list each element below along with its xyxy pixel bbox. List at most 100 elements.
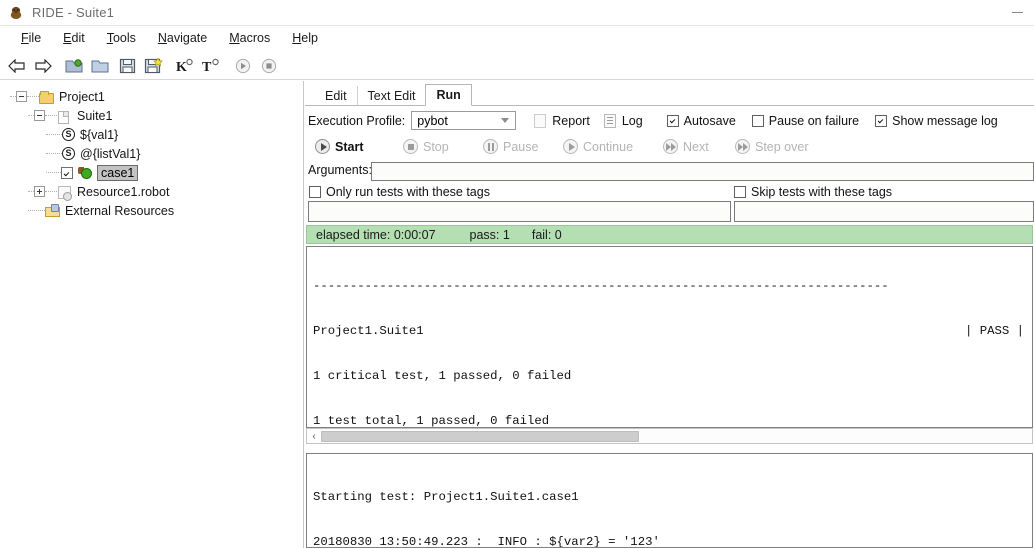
tree-node-label: @{listVal1} [80,146,141,161]
title-bar: RIDE - Suite1 [0,0,1034,26]
execution-profile-row: Execution Profile: pybot Report Log Auto… [308,111,998,130]
tab-label: Text Edit [367,89,416,103]
run-status-bar: elapsed time: 0:00:07 pass: 1 fail: 0 [306,225,1033,244]
skip-tags-label[interactable]: Skip tests with these tags [751,185,892,199]
expander-collapse-icon[interactable] [34,110,45,121]
tab-edit[interactable]: Edit [315,86,357,106]
tree-node-resource1[interactable]: Resource1.robot [0,182,303,201]
message-log-line: Starting test: Project1.Suite1.case1 [307,490,1032,505]
menu-item-edit[interactable]: Edit [52,29,96,47]
step-over-label: Step over [755,139,809,154]
autosave-label[interactable]: Autosave [684,114,736,128]
skip-tags-checkbox[interactable] [734,186,746,198]
report-button[interactable]: Report [552,114,590,128]
tree-node-suite1[interactable]: Suite1 [0,106,303,125]
scroll-left-glyph: ‹ [312,430,316,442]
step-over-button[interactable]: Step over [735,139,809,154]
run-icon[interactable] [231,54,255,78]
tree-node-label: Resource1.robot [77,184,170,199]
menu-item-tools[interactable]: Tools [96,29,147,47]
tree-connector [28,210,45,211]
minimize-button[interactable] [1000,0,1034,26]
project-tree: Project1 Suite1 S ${val1} S @{listVal1} [0,81,303,220]
window-controls [1000,0,1034,26]
open-file-icon[interactable] [89,54,113,78]
menu-item-navigate[interactable]: Navigate [147,29,218,47]
app-robot-icon [8,5,24,21]
autosave-checkbox[interactable] [666,114,679,127]
log-button[interactable]: Log [622,114,643,128]
menu-item-help[interactable]: Help [281,29,329,47]
pause-label: Pause [503,139,539,154]
only-run-tags-row: Only run tests with these tags [309,185,490,199]
execution-profile-value: pybot [417,113,448,128]
save-all-icon[interactable] [141,54,165,78]
arguments-label: Arguments: [308,163,372,177]
tab-run[interactable]: Run [425,84,472,106]
log-icon[interactable] [603,113,616,128]
search-keyword-icon[interactable]: K [173,54,197,78]
only-run-tags-checkbox[interactable] [309,186,321,198]
expander-expand-icon[interactable] [34,186,45,197]
menu-item-file[interactable]: File [10,29,52,47]
tree-connector [45,115,57,116]
arguments-input[interactable] [371,162,1034,181]
pass-count-label: pass: 1 [469,227,510,242]
continue-button[interactable]: Continue [563,139,633,154]
folder-icon [39,90,54,104]
execution-profile-select[interactable]: pybot [411,111,517,130]
tree-connector [46,134,62,135]
project-tree-panel[interactable]: Project1 Suite1 S ${val1} S @{listVal1} [0,81,304,548]
expander-collapse-icon[interactable] [16,91,27,102]
pause-on-failure-checkbox[interactable] [751,114,764,127]
svg-text:K: K [176,60,187,74]
tab-label: Edit [325,89,347,103]
toolbar: K T [0,52,1034,80]
output-console-hscrollbar[interactable]: ‹ [306,428,1033,444]
tree-node-external-resources[interactable]: External Resources [0,201,303,220]
search-tests-icon[interactable]: T [199,54,223,78]
message-log-console[interactable]: Starting test: Project1.Suite1.case1 201… [306,453,1033,548]
console-text: ----------------------------------------… [313,279,889,293]
skip-tags-input[interactable] [734,201,1034,222]
pause-button[interactable]: Pause [483,139,538,154]
tree-node-val1[interactable]: S ${val1} [0,125,303,144]
stop-button[interactable]: Stop [403,139,449,154]
play-icon [563,139,578,154]
menu-item-macros[interactable]: Macros [218,29,281,47]
tree-node-listval1[interactable]: S @{listVal1} [0,144,303,163]
console-status: | PASS | [964,324,1024,338]
tab-text-edit[interactable]: Text Edit [356,86,426,106]
show-message-log-checkbox[interactable] [875,114,888,127]
only-run-tags-input[interactable] [308,201,731,222]
back-arrow-icon[interactable] [5,54,29,78]
hscroll-thumb[interactable] [321,430,639,442]
console-text: 1 test total, 1 passed, 0 failed [313,414,550,428]
scroll-left-arrow-icon[interactable]: ‹ [307,429,321,443]
tree-node-case1[interactable]: case1 [0,163,303,182]
start-button[interactable]: Start [315,139,363,154]
tree-node-project1[interactable]: Project1 [0,87,303,106]
menu-label-macros: acros [239,30,271,45]
menu-label-edit: dit [71,30,85,45]
pause-on-failure-label[interactable]: Pause on failure [769,114,859,128]
menu-label-file: ile [28,30,42,45]
console-line: Project1.Suite1 | PASS | [307,324,1032,339]
elapsed-time-label: elapsed time: 0:00:07 [316,227,436,242]
execution-profile-label: Execution Profile: [308,113,406,128]
show-message-log-label[interactable]: Show message log [892,114,998,128]
open-directory-icon[interactable] [63,54,87,78]
console-text: Project1.Suite1 [313,324,424,338]
forward-arrow-icon[interactable] [31,54,55,78]
save-icon[interactable] [115,54,139,78]
output-console[interactable]: ----------------------------------------… [306,246,1033,428]
menu-label-navigate: avigate [166,30,208,45]
stop-icon[interactable] [257,54,281,78]
next-button[interactable]: Next [663,139,709,154]
chevron-down-icon [501,118,510,123]
only-run-tags-label[interactable]: Only run tests with these tags [326,185,490,199]
report-icon[interactable] [534,113,547,128]
pause-icon [483,139,498,154]
test-case-checkbox[interactable] [61,166,73,179]
message-log-text: 20180830 13:50:49.223 : INFO : ${var2} =… [313,535,660,548]
